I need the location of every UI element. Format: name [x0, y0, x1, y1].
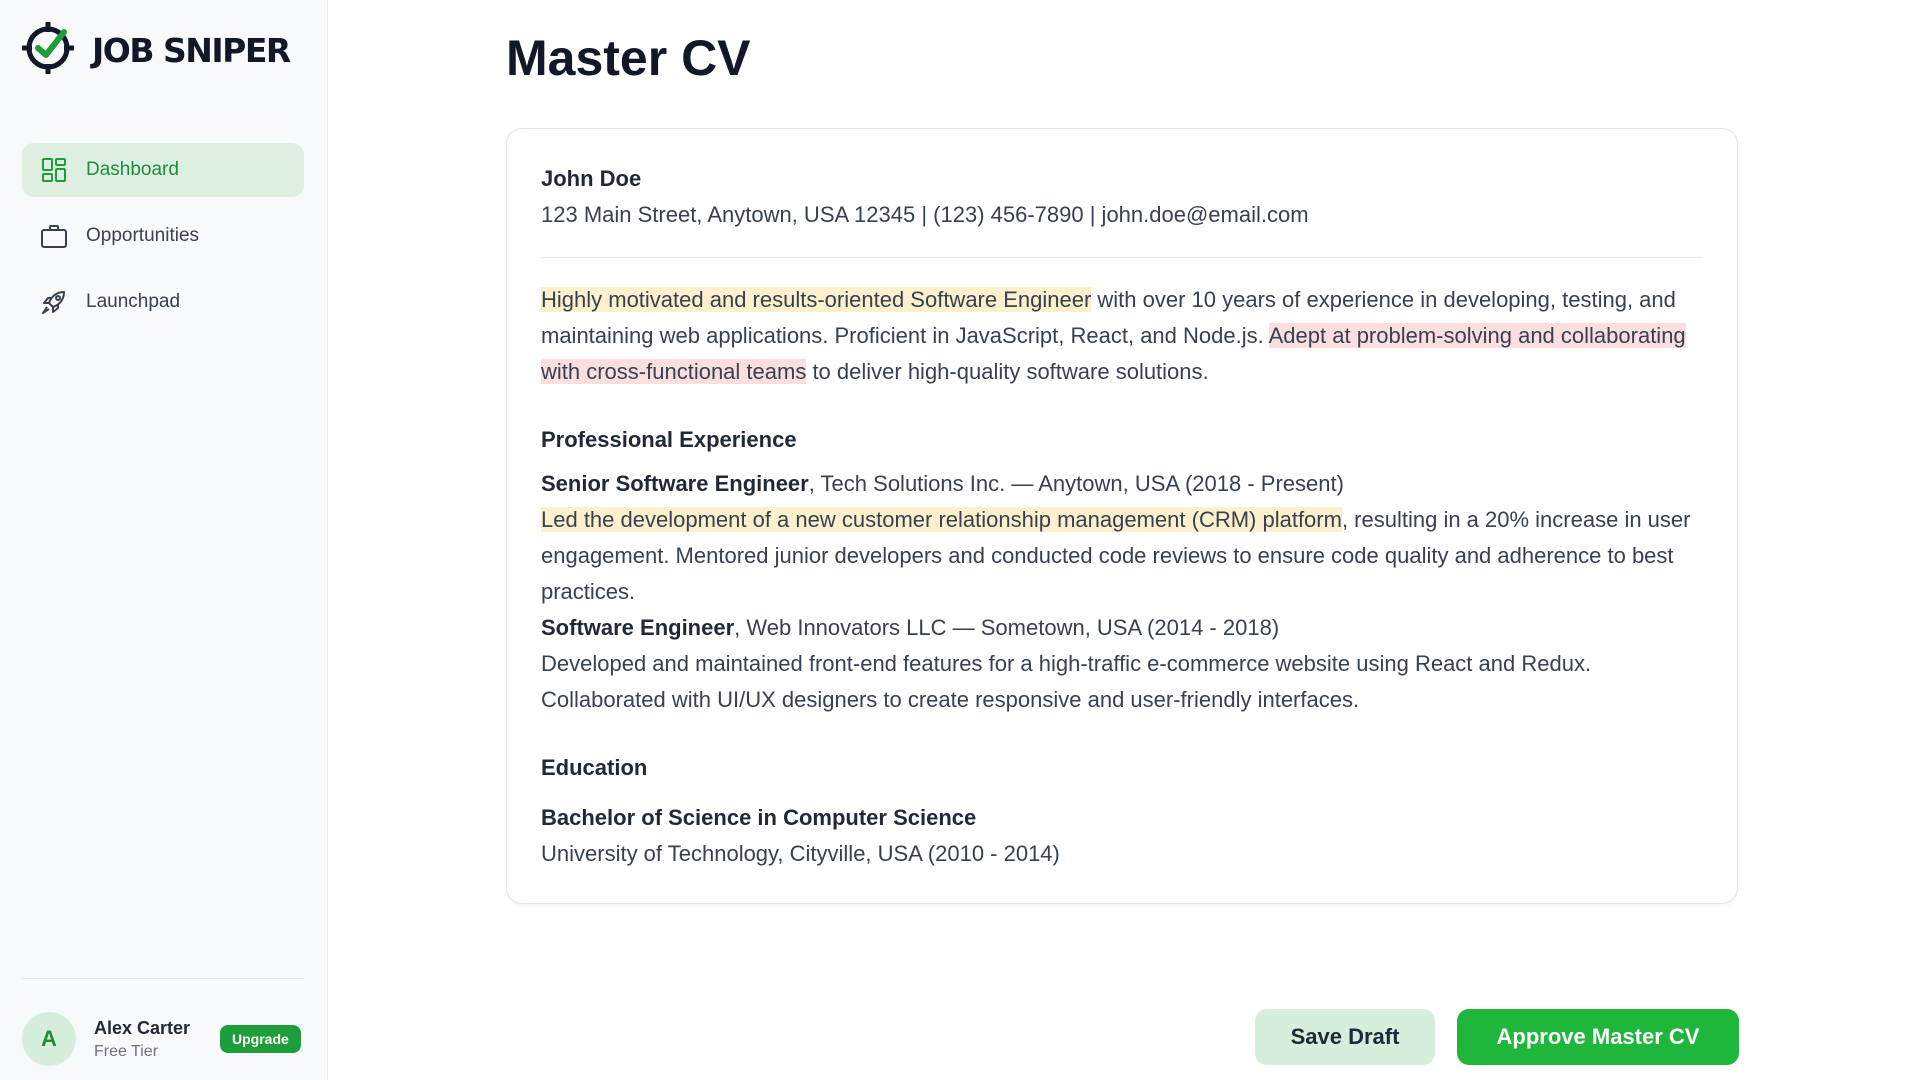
sidebar-item-label: Launchpad — [86, 291, 181, 312]
sidebar-item-opportunities[interactable]: Opportunities — [22, 209, 304, 263]
sidebar-item-label: Dashboard — [86, 159, 179, 180]
save-draft-button[interactable]: Save Draft — [1255, 1009, 1435, 1065]
job-entry: Software Engineer, Web Innovators LLC — … — [541, 610, 1703, 718]
school: University of Technology, Cityville, USA… — [541, 841, 1060, 866]
dashboard-grid-icon — [40, 156, 68, 184]
avatar[interactable]: A — [22, 1012, 76, 1066]
sidebar: JOB SNIPER Dashboard Opportunities Launc… — [0, 0, 328, 1080]
cv-divider — [541, 257, 1703, 258]
brand-name: JOB SNIPER — [92, 30, 291, 70]
cv-card: John Doe 123 Main Street, Anytown, USA 1… — [506, 128, 1738, 904]
job-highlight-strength[interactable]: Led the development of a new customer re… — [541, 507, 1342, 532]
summary-highlight-strength[interactable]: Highly motivated and results-oriented So… — [541, 287, 1092, 312]
sidebar-item-label: Opportunities — [86, 225, 200, 246]
job-description: Developed and maintained front-end featu… — [541, 651, 1592, 712]
degree: Bachelor of Science in Computer Science — [541, 805, 977, 830]
summary-text: to deliver high-quality software solutio… — [806, 359, 1209, 384]
education-heading: Education — [541, 755, 648, 780]
cv-summary: Highly motivated and results-oriented So… — [541, 282, 1703, 390]
logo[interactable]: JOB SNIPER — [20, 20, 291, 81]
rocket-icon — [40, 288, 68, 316]
upgrade-button[interactable]: Upgrade — [220, 1025, 301, 1053]
cv-contact: 123 Main Street, Anytown, USA 12345 | (1… — [541, 202, 1309, 227]
sidebar-item-launchpad[interactable]: Launchpad — [22, 275, 304, 329]
user-tier: Free Tier — [94, 1042, 159, 1060]
cv-name: John Doe — [541, 166, 642, 191]
user-name: Alex Carter — [94, 1017, 191, 1038]
page-title: Master CV — [506, 30, 751, 86]
briefcase-icon — [40, 222, 68, 250]
user-profile[interactable]: A Alex Carter Free Tier Upgrade — [22, 1012, 312, 1066]
user-info: Alex Carter Free Tier — [94, 1018, 220, 1061]
job-role: Senior Software Engineer — [541, 471, 809, 496]
experience-heading: Professional Experience — [541, 427, 797, 452]
job-org: , Web Innovators LLC — Sometown, USA (20… — [734, 615, 1280, 640]
sidebar-nav: Dashboard Opportunities Launchpad — [22, 143, 304, 341]
crosshair-check-icon — [20, 20, 76, 81]
job-role: Software Engineer — [541, 615, 735, 640]
job-entry: Senior Software Engineer, Tech Solutions… — [541, 466, 1703, 610]
sidebar-item-dashboard[interactable]: Dashboard — [22, 143, 304, 197]
approve-master-cv-button[interactable]: Approve Master CV — [1457, 1009, 1739, 1065]
sidebar-divider — [22, 978, 304, 979]
job-org: , Tech Solutions Inc. — Anytown, USA (20… — [808, 471, 1344, 496]
